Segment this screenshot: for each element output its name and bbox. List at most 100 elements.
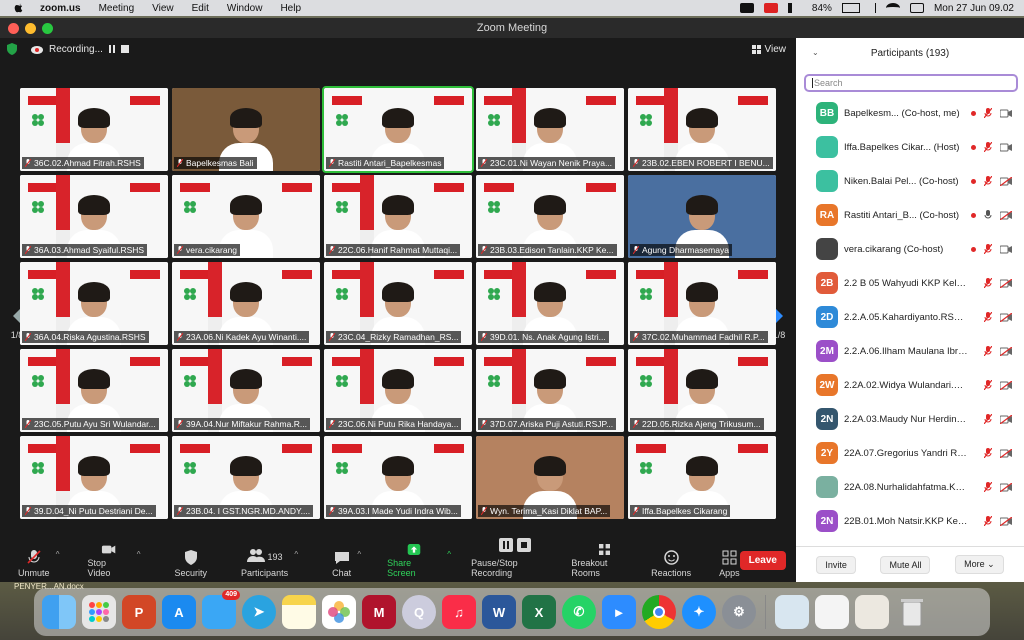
- record-status-icon[interactable]: [739, 3, 754, 13]
- video-tile[interactable]: 36A.03.Ahmad Syaiful.RSHS: [20, 175, 168, 258]
- launchpad-icon[interactable]: [82, 595, 116, 629]
- camera-icon[interactable]: [1000, 516, 1012, 526]
- chat-button[interactable]: Chat ^: [332, 544, 361, 578]
- security-button[interactable]: Security: [175, 544, 207, 578]
- invite-button[interactable]: Invite: [816, 555, 856, 574]
- video-tile[interactable]: 37C.02.Muhammad Fadhil R.P...: [628, 262, 776, 345]
- menu-window[interactable]: Window: [227, 3, 263, 14]
- participant-row[interactable]: RA Rastiti Antari_B... (Co-host): [796, 198, 1024, 232]
- whatsapp-icon[interactable]: ✆: [562, 595, 596, 629]
- participant-row[interactable]: 22A.08.Nurhalidahfatma.KK...: [796, 470, 1024, 504]
- chevron-up-icon[interactable]: ^: [137, 550, 141, 559]
- menu-help[interactable]: Help: [280, 3, 301, 14]
- control-center-icon[interactable]: [909, 3, 924, 13]
- menu-meeting[interactable]: Meeting: [99, 3, 135, 14]
- mic-icon[interactable]: [984, 312, 992, 322]
- video-tile[interactable]: vera.cikarang: [172, 175, 320, 258]
- bluetooth-icon[interactable]: [870, 3, 876, 13]
- music-icon[interactable]: ♫: [442, 595, 476, 629]
- video-tile[interactable]: 23A.06.Ni Kadek Ayu Winanti....: [172, 262, 320, 345]
- mic-icon[interactable]: [984, 176, 992, 186]
- camera-icon[interactable]: [1000, 245, 1012, 254]
- chevron-up-icon[interactable]: ^: [294, 550, 298, 559]
- camera-icon[interactable]: [1000, 143, 1012, 152]
- mic-icon[interactable]: [984, 142, 992, 152]
- mic-icon[interactable]: [984, 244, 992, 254]
- mic-icon[interactable]: [984, 516, 992, 526]
- video-tile[interactable]: Bapelkesmas Bali: [172, 88, 320, 171]
- mic-icon[interactable]: [984, 380, 992, 390]
- video-tile[interactable]: Rastiti Antari_Bapelkesmas: [322, 86, 474, 173]
- stop-recording-icon[interactable]: [120, 45, 129, 53]
- camera-icon[interactable]: [1000, 278, 1012, 288]
- mic-icon[interactable]: [984, 414, 992, 424]
- wifi-icon[interactable]: [885, 3, 900, 13]
- view-button[interactable]: View: [751, 44, 786, 55]
- safari-icon[interactable]: ✦: [682, 595, 716, 629]
- camera-icon[interactable]: [1000, 482, 1012, 492]
- camera-icon[interactable]: [1000, 176, 1012, 186]
- mic-icon[interactable]: [984, 108, 992, 118]
- participant-row[interactable]: 2B 2.2 B 05 Wahyudi KKP Kelas...: [796, 266, 1024, 300]
- camera-icon[interactable]: [1000, 109, 1012, 118]
- security-shield-icon[interactable]: [6, 43, 18, 55]
- participant-row[interactable]: Iffa.Bapelkes Cikar... (Host): [796, 130, 1024, 164]
- photos-icon[interactable]: [322, 595, 356, 629]
- mic-icon[interactable]: [984, 448, 992, 458]
- powerpoint-icon[interactable]: P: [122, 595, 156, 629]
- quicktime-icon[interactable]: Q: [402, 595, 436, 629]
- video-tile[interactable]: 23B.04. I GST.NGR.MD.ANDY....: [172, 436, 320, 519]
- excel-icon[interactable]: X: [522, 595, 556, 629]
- reactions-button[interactable]: Reactions: [651, 544, 691, 578]
- mail-icon[interactable]: 409: [202, 590, 240, 629]
- word-icon[interactable]: W: [482, 595, 516, 629]
- camera-icon[interactable]: [1000, 448, 1012, 458]
- finder-icon[interactable]: [42, 595, 76, 629]
- mic-icon[interactable]: [984, 278, 992, 288]
- camera-icon[interactable]: [1000, 414, 1012, 424]
- camera-icon[interactable]: [1000, 210, 1012, 220]
- mute-all-button[interactable]: Mute All: [880, 555, 931, 574]
- menu-app[interactable]: zoom.us: [40, 3, 81, 14]
- video-tile[interactable]: Agung Dharmasemaya: [628, 175, 776, 258]
- unmute-button[interactable]: Unmute ^: [18, 544, 60, 578]
- video-tile[interactable]: 36C.02.Ahmad Fitrah.RSHS: [20, 88, 168, 171]
- apple-icon[interactable]: [12, 2, 26, 14]
- zoom-app-icon[interactable]: ►: [602, 595, 636, 629]
- video-tile[interactable]: 23C.04_Rizky Ramadhan_RS...: [324, 262, 472, 345]
- video-tile[interactable]: 23C.06.Ni Putu Rika Handaya...: [324, 349, 472, 432]
- participants-button[interactable]: 193 Participants ^: [241, 544, 298, 578]
- participant-search-input[interactable]: Search: [804, 74, 1018, 92]
- video-tile[interactable]: Iffa.Bapelkes Cikarang: [628, 436, 776, 519]
- participant-row[interactable]: vera.cikarang (Co-host): [796, 232, 1024, 266]
- mic-icon[interactable]: [984, 346, 992, 356]
- chevron-up-icon[interactable]: ^: [357, 550, 361, 559]
- telegram-icon[interactable]: ➤: [242, 595, 276, 629]
- participant-row[interactable]: 2D 2.2.A.05.Kahardiyanto.RSUP...: [796, 300, 1024, 334]
- participant-row[interactable]: BB Bapelkesm... (Co-host, me): [796, 96, 1024, 130]
- mic-icon[interactable]: [984, 210, 992, 220]
- video-tile[interactable]: 22D.05.Rizka Ajeng Trikusum...: [628, 349, 776, 432]
- camera-icon[interactable]: [1000, 346, 1012, 356]
- chevron-down-icon[interactable]: ⌄: [812, 48, 819, 57]
- video-tile[interactable]: 22C.06.Hanif Rahmat Muttaqi...: [324, 175, 472, 258]
- video-tile[interactable]: 39A.03.I Made Yudi Indra Wib...: [324, 436, 472, 519]
- pause-recording-icon[interactable]: [108, 45, 116, 53]
- video-tile[interactable]: 37D.07.Ariska Puji Astuti.RSJP...: [476, 349, 624, 432]
- pause-stop-recording-button[interactable]: Pause/Stop Recording: [471, 538, 559, 578]
- participant-row[interactable]: 2Y 22A.07.Gregorius Yandri R.K...: [796, 436, 1024, 470]
- mic-icon[interactable]: [984, 482, 992, 492]
- adobe-icon[interactable]: [763, 3, 778, 13]
- video-tile[interactable]: 39.D.04_Ni Putu Destriani De...: [20, 436, 168, 519]
- video-tile[interactable]: 39D.01. Ns. Anak Agung Istri...: [476, 262, 624, 345]
- video-tile[interactable]: 23C.01.Ni Wayan Nenik Praya...: [476, 88, 624, 171]
- mendeley-icon[interactable]: M: [362, 595, 396, 629]
- leave-button[interactable]: Leave: [739, 551, 786, 570]
- participant-row[interactable]: 2M 2.2.A.06.Ilham Maulana Ibrah...: [796, 334, 1024, 368]
- share-screen-button[interactable]: Share Screen ^: [387, 544, 451, 578]
- trash-icon[interactable]: [895, 595, 929, 629]
- document-stack-icon[interactable]: [815, 595, 849, 629]
- chrome-icon[interactable]: [642, 595, 676, 629]
- participant-row[interactable]: 2N 2.2A.03.Maudy Nur Herdini....: [796, 402, 1024, 436]
- participant-row[interactable]: 2N 22B.01.Moh Natsir.KKP Kelas...: [796, 504, 1024, 538]
